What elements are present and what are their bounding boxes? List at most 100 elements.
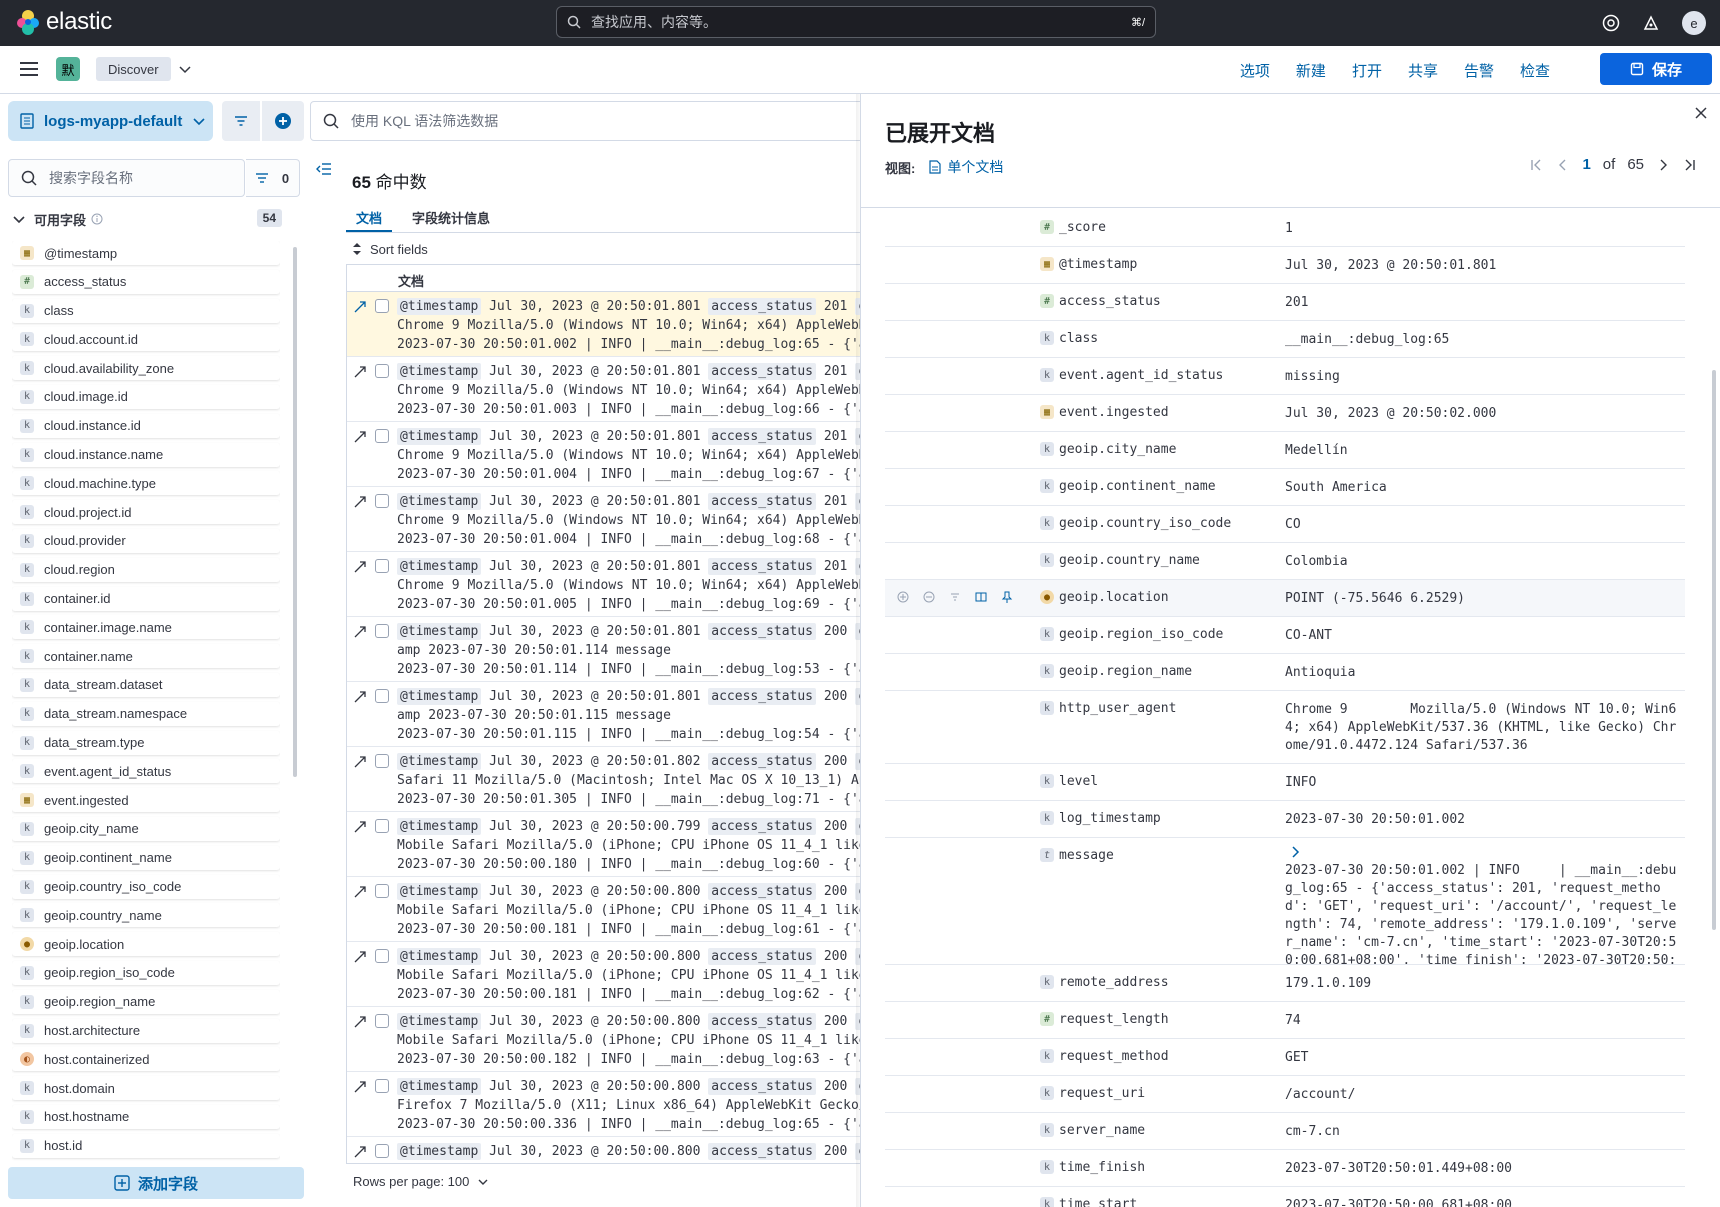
document-field-row[interactable]: k server_name cm-7.cn <box>885 1113 1685 1150</box>
news-feed-icon[interactable] <box>1642 14 1660 32</box>
field-list-item[interactable]: k cloud.account.id <box>12 327 280 352</box>
sort-fields-button[interactable]: Sort fields <box>352 239 428 259</box>
chevron-down-icon[interactable] <box>178 62 192 76</box>
field-list-item[interactable]: ▦ event.ingested <box>12 788 280 813</box>
row-checkbox[interactable] <box>375 299 389 313</box>
expand-icon[interactable] <box>353 820 367 834</box>
expand-icon[interactable] <box>353 365 367 379</box>
previous-page-icon[interactable] <box>1556 158 1570 172</box>
field-list-item[interactable]: k geoip.continent_name <box>12 845 280 870</box>
expand-icon[interactable] <box>353 1145 367 1159</box>
field-list-item[interactable]: ● geoip.location <box>12 932 280 957</box>
pin-icon[interactable] <box>1001 591 1013 603</box>
document-field-row[interactable]: k request_uri/account/ <box>885 1076 1685 1113</box>
field-list-item[interactable]: # access_status <box>12 269 280 294</box>
document-field-row[interactable]: k request_method GET <box>885 1039 1685 1076</box>
field-list-item[interactable]: k cloud.machine.type <box>12 471 280 496</box>
field-search-input[interactable]: 搜索字段名称 <box>8 159 245 197</box>
field-list-item[interactable]: k container.id <box>12 586 280 611</box>
row-checkbox[interactable] <box>375 1014 389 1028</box>
document-field-row[interactable]: k remote_address 179.1.0.109 <box>885 965 1685 1002</box>
field-list-item[interactable]: k cloud.provider <box>12 528 280 553</box>
table-row[interactable]: @timestamp Jul 30, 2023 @ 20:50:00.800 a… <box>347 1072 861 1137</box>
table-row[interactable]: @timestamp Jul 30, 2023 @ 20:50:01.801 a… <box>347 292 861 357</box>
row-checkbox[interactable] <box>375 429 389 443</box>
document-field-row[interactable]: k http_user_agent Chrome 9 Mozilla/5.0 (Wi… <box>885 691 1685 764</box>
filter-menu-button[interactable] <box>222 101 260 141</box>
table-row[interactable]: @timestamp Jul 30, 2023 @ 20:50:01.801 a… <box>347 552 861 617</box>
document-field-row[interactable]: # _score 1 <box>885 210 1685 247</box>
toggle-column-icon[interactable] <box>975 591 987 603</box>
field-list-item[interactable]: k data_stream.namespace <box>12 701 280 726</box>
document-field-row[interactable]: k time_finish 2023-07-30T20:50:01.449+08:0… <box>885 1150 1685 1187</box>
row-checkbox[interactable] <box>375 1144 389 1158</box>
menu-alerts[interactable]: 告警 <box>1464 60 1494 81</box>
avatar[interactable]: e <box>1682 11 1706 35</box>
expand-icon[interactable] <box>353 625 367 639</box>
expand-icon[interactable] <box>353 950 367 964</box>
table-row[interactable]: @timestamp Jul 30, 2023 @ 20:50:00.800 a… <box>347 1007 861 1072</box>
document-field-row[interactable]: k geoip.region_iso_code CO-ANT <box>885 617 1685 654</box>
document-field-row[interactable]: k class __main__:debug_log:65 <box>885 321 1685 358</box>
expand-icon[interactable] <box>353 560 367 574</box>
last-page-icon[interactable] <box>1682 158 1696 172</box>
table-row[interactable]: @timestamp Jul 30, 2023 @ 20:50:01.801 a… <box>347 487 861 552</box>
expand-icon[interactable] <box>353 495 367 509</box>
add-field-button[interactable]: 添加字段 <box>8 1167 304 1199</box>
data-view-picker[interactable]: logs-myapp-default <box>8 101 213 141</box>
global-search[interactable]: 查找应用、内容等。 ⌘/ <box>556 6 1156 38</box>
space-avatar[interactable]: 默 <box>56 57 80 81</box>
field-list-item[interactable]: k host.id <box>12 1133 280 1158</box>
field-list-item[interactable]: k cloud.image.id <box>12 384 280 409</box>
menu-toggle-icon[interactable] <box>20 61 38 77</box>
menu-open[interactable]: 打开 <box>1352 60 1382 81</box>
row-checkbox[interactable] <box>375 754 389 768</box>
collapse-sidebar-icon[interactable] <box>316 162 332 176</box>
document-field-row[interactable]: k geoip.city_name Medellín <box>885 432 1685 469</box>
field-list-item[interactable]: k host.architecture <box>12 1018 280 1043</box>
row-checkbox[interactable] <box>375 364 389 378</box>
table-row[interactable]: @timestamp Jul 30, 2023 @ 20:50:01.802 a… <box>347 747 861 812</box>
document-field-row[interactable]: ▦ event.ingested Jul 30, 2023 @ 20:50:02.0… <box>885 395 1685 432</box>
field-list-item[interactable]: k cloud.instance.name <box>12 442 280 467</box>
info-icon[interactable] <box>91 213 103 225</box>
field-list-item[interactable]: k geoip.city_name <box>12 816 280 841</box>
field-list-item[interactable]: k container.image.name <box>12 615 280 640</box>
document-field-row[interactable]: k geoip.country_name Colombia <box>885 543 1685 580</box>
field-list-item[interactable]: k cloud.instance.id <box>12 413 280 438</box>
row-checkbox[interactable] <box>375 689 389 703</box>
message-expand[interactable] <box>1285 838 1685 860</box>
table-row[interactable]: @timestamp Jul 30, 2023 @ 20:50:01.801 a… <box>347 357 861 422</box>
breadcrumb-discover[interactable]: Discover <box>96 57 171 81</box>
row-checkbox[interactable] <box>375 1079 389 1093</box>
field-list-item[interactable]: k cloud.region <box>12 557 280 582</box>
expand-icon[interactable] <box>353 430 367 444</box>
field-list-item[interactable]: k data_stream.type <box>12 730 280 755</box>
expand-icon[interactable] <box>353 885 367 899</box>
menu-inspect-label[interactable]: 检查 <box>1520 60 1550 81</box>
field-list-item[interactable]: k geoip.country_name <box>12 903 280 928</box>
document-field-row[interactable]: k geoip.continent_name South America <box>885 469 1685 506</box>
tab-field-statistics[interactable]: 字段统计信息 <box>402 201 500 232</box>
field-list-item[interactable]: k container.name <box>12 644 280 669</box>
table-row[interactable]: @timestamp Jul 30, 2023 @ 20:50:01.801 a… <box>347 617 861 682</box>
table-row[interactable]: @timestamp Jul 30, 2023 @ 20:50:00.800 a… <box>347 1137 861 1163</box>
row-checkbox[interactable] <box>375 559 389 573</box>
field-list-item[interactable]: ▦ @timestamp <box>12 241 280 265</box>
document-field-row[interactable]: k geoip.region_name Antioquia <box>885 654 1685 691</box>
next-page-icon[interactable] <box>1656 158 1670 172</box>
row-checkbox[interactable] <box>375 624 389 638</box>
table-row[interactable]: @timestamp Jul 30, 2023 @ 20:50:00.799 a… <box>347 812 861 877</box>
filter-out-icon[interactable] <box>923 591 935 603</box>
help-icon[interactable] <box>1602 14 1620 32</box>
document-field-row[interactable]: # request_length 74 <box>885 1002 1685 1039</box>
close-icon[interactable] <box>1694 106 1708 120</box>
field-list-item[interactable]: k class <box>12 298 280 323</box>
document-field-row[interactable]: k level INFO <box>885 764 1685 801</box>
filter-exists-icon[interactable] <box>949 591 961 603</box>
document-field-row[interactable]: # access_status 201 <box>885 284 1685 321</box>
document-field-row[interactable]: t message 2023-07-30 20:50:01.002 | INFO |… <box>885 838 1685 965</box>
column-header-document[interactable]: 文档 <box>398 271 424 290</box>
row-checkbox[interactable] <box>375 949 389 963</box>
document-field-row[interactable]: k log_timestamp 2023-07-30 20:50:01.002 <box>885 801 1685 838</box>
